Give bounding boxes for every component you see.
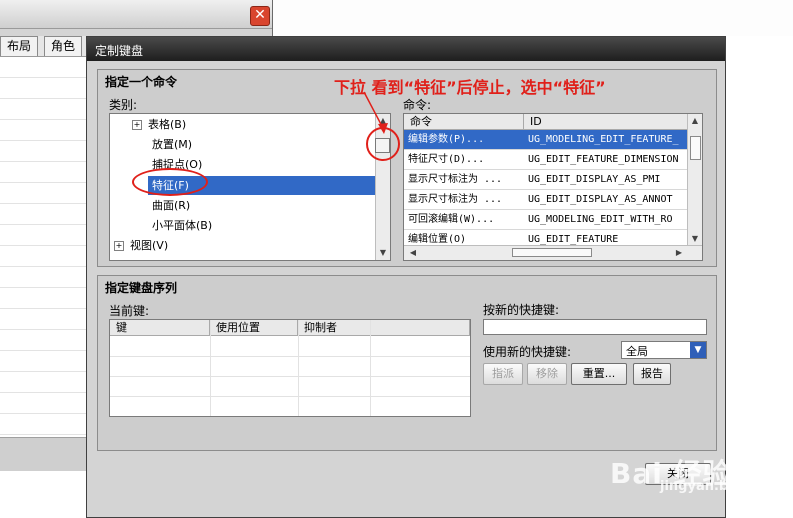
scroll-right-icon[interactable]: ▶	[672, 246, 686, 260]
column-header-used-in[interactable]: 使用位置	[210, 320, 298, 336]
command-table[interactable]: 命令 ID 编辑参数(P)... UG_MODELING_EDIT_FEATURE…	[403, 113, 703, 261]
table-row	[110, 396, 470, 416]
command-horizontal-scrollbar[interactable]: ◀ ▶	[404, 245, 702, 260]
table-row	[110, 376, 470, 397]
column-header-command[interactable]: 命令	[404, 114, 524, 130]
current-keys-table[interactable]: 键 使用位置 抑制者	[109, 319, 471, 417]
command-label: 命令:	[403, 98, 432, 112]
key-sequence-label: 指定键盘序列	[105, 281, 178, 295]
scroll-down-icon[interactable]: ▼	[376, 246, 390, 260]
new-shortcut-input[interactable]	[483, 319, 707, 335]
annotation-circle	[132, 168, 208, 196]
scroll-left-icon[interactable]: ◀	[406, 246, 420, 260]
background-titlebar: ✕	[0, 0, 272, 29]
command-vertical-scrollbar[interactable]: ▲ ▼	[687, 114, 702, 246]
assign-button[interactable]: 指派	[483, 363, 523, 385]
dialog-title: 定制键盘	[95, 44, 144, 58]
scroll-thumb[interactable]	[690, 136, 701, 160]
expand-icon[interactable]: +	[114, 241, 124, 251]
current-keys-label: 当前键:	[109, 304, 150, 318]
scroll-thumb-highlight[interactable]	[375, 138, 390, 153]
scroll-down-icon[interactable]: ▼	[688, 232, 702, 246]
scope-value: 全局	[626, 345, 648, 358]
background-list	[0, 57, 92, 437]
close-icon[interactable]: ✕	[250, 6, 270, 26]
column-header-id[interactable]: ID	[524, 114, 688, 130]
reset-button[interactable]: 重置...	[571, 363, 627, 385]
command-row[interactable]: 显示尺寸标注为 ... UG_EDIT_DISPLAY_AS_PMI	[404, 170, 688, 190]
background-area	[273, 0, 793, 36]
report-button[interactable]: 报告	[633, 363, 671, 385]
tree-item-surface[interactable]: 曲面(R)	[152, 196, 190, 215]
tree-item-facet-body[interactable]: 小平面体(B)	[152, 216, 212, 235]
column-header-key[interactable]: 键	[110, 320, 210, 336]
dialog-titlebar: 定制键盘	[87, 37, 725, 61]
column-header-suppressed-by[interactable]: 抑制者	[298, 320, 470, 336]
specify-command-label: 指定一个命令	[105, 75, 178, 89]
baidu-watermark-url: jingyan.baidu.com	[660, 479, 793, 494]
use-new-shortcut-label: 使用新的快捷键:	[483, 345, 572, 359]
tree-item-tables[interactable]: + 表格(B)	[132, 115, 186, 134]
command-row[interactable]: 编辑参数(P)... UG_MODELING_EDIT_FEATURE_	[404, 130, 688, 150]
scroll-thumb[interactable]	[512, 248, 592, 257]
tab-layout[interactable]: 布局	[0, 36, 39, 56]
scroll-up-icon[interactable]: ▲	[688, 114, 702, 128]
tree-item-placement[interactable]: 放置(M)	[152, 135, 192, 154]
customize-keyboard-dialog: 定制键盘 指定一个命令 类别: 命令: + 表格(B) 放置(M) 捕捉点(O) …	[86, 36, 726, 518]
command-row[interactable]: 可回滚编辑(W)... UG_MODELING_EDIT_WITH_RO	[404, 210, 688, 230]
category-label: 类别:	[109, 98, 138, 112]
table-row	[110, 336, 470, 357]
tab-role[interactable]: 角色	[44, 36, 83, 56]
command-row[interactable]: 显示尺寸标注为 ... UG_EDIT_DISPLAY_AS_ANNOT	[404, 190, 688, 210]
command-row[interactable]: 特征尺寸(D)... UG_EDIT_FEATURE_DIMENSION	[404, 150, 688, 170]
remove-button[interactable]: 移除	[527, 363, 567, 385]
new-shortcut-label: 按新的快捷键:	[483, 303, 560, 317]
shortcut-scope-select[interactable]: 全局 ▼	[621, 341, 707, 359]
dropdown-arrow-icon[interactable]: ▼	[690, 342, 706, 358]
tree-item-view[interactable]: + 视图(V)	[114, 236, 168, 255]
expand-icon[interactable]: +	[132, 120, 142, 130]
table-row	[110, 356, 470, 377]
